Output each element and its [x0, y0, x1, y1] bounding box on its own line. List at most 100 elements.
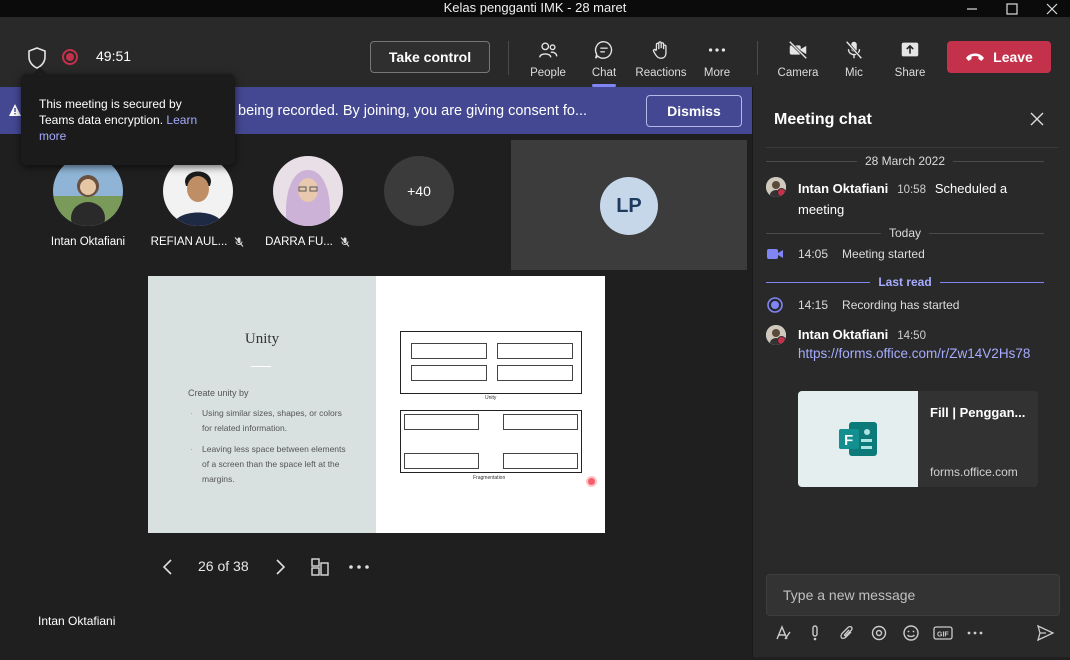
chevron-left-icon — [162, 559, 172, 575]
people-button[interactable]: People — [520, 37, 576, 87]
more-icon[interactable] — [965, 623, 985, 643]
compose-placeholder: Type a new message — [783, 587, 916, 603]
camera-off-icon — [788, 40, 808, 60]
last-read-label: Last read — [878, 275, 932, 289]
gif-icon[interactable]: GIF — [933, 623, 953, 643]
date-separator: 28 March 2022 — [766, 154, 1044, 168]
attach-icon[interactable] — [837, 623, 857, 643]
format-icon[interactable] — [773, 623, 793, 643]
more-icon — [349, 565, 369, 569]
chat-button[interactable]: Chat — [576, 37, 632, 87]
chat-label: Chat — [591, 67, 617, 79]
leave-button[interactable]: Leave — [947, 41, 1051, 73]
compose-toolbar: GIF — [771, 623, 1061, 645]
send-icon[interactable] — [1035, 623, 1055, 643]
participant-tile[interactable]: Intan Oktafiani — [38, 156, 138, 248]
overflow-participants-badge[interactable]: +40 — [384, 156, 454, 226]
system-message: 14:15 Recording has started — [766, 296, 959, 314]
link-preview-card[interactable]: F Fill | Penggan... forms.office.com — [798, 391, 1038, 487]
avatar — [53, 156, 123, 226]
raise-hand-icon — [652, 41, 667, 59]
reactions-label: Reactions — [635, 67, 687, 79]
participant-name: REFIAN AUL... — [150, 236, 228, 248]
more-label: More — [703, 67, 731, 79]
card-url: forms.office.com — [930, 465, 1018, 479]
mic-button[interactable]: Mic — [826, 37, 882, 87]
dismiss-button[interactable]: Dismiss — [646, 95, 742, 127]
diagram-caption: Unity — [485, 395, 497, 401]
next-slide-button[interactable] — [272, 558, 288, 576]
message-author: Intan Oktafiani — [798, 327, 889, 342]
mic-off-icon — [845, 40, 863, 60]
slide-grid-button[interactable] — [310, 557, 330, 577]
message-time: 14:50 — [897, 330, 926, 342]
people-icon — [539, 42, 558, 58]
people-label: People — [530, 67, 566, 79]
shared-slide: Unity Create unity by Using similar size… — [148, 276, 605, 533]
slide-subtitle: Create unity by — [188, 388, 249, 398]
slide-bullet: Using similar sizes, shapes, or colors f… — [190, 406, 352, 436]
leave-label: Leave — [993, 49, 1033, 65]
avatar — [766, 177, 786, 197]
minimize-icon[interactable] — [952, 0, 992, 17]
microsoft-forms-icon: F — [839, 422, 877, 456]
slide-title: Unity — [244, 331, 280, 347]
take-control-button[interactable]: Take control — [370, 41, 490, 73]
recording-started-icon — [767, 297, 783, 313]
message-text: meeting — [798, 202, 845, 217]
close-chat-button[interactable] — [1029, 111, 1045, 132]
forms-thumbnail: F — [798, 391, 918, 487]
mic-off-icon — [340, 237, 350, 247]
video-tile[interactable]: LP — [511, 140, 747, 270]
date-label: Today — [888, 226, 922, 240]
encryption-tooltip: This meeting is secured by Teams data en… — [21, 74, 235, 165]
mic-off-icon — [234, 237, 244, 247]
unity-diagram — [400, 331, 582, 394]
participant-tile[interactable]: DARRA FU... — [258, 156, 358, 248]
close-window-icon[interactable] — [1032, 0, 1070, 17]
system-time: 14:15 — [798, 298, 829, 312]
tooltip-text: This meeting is secured by Teams data en… — [39, 97, 182, 127]
reactions-button[interactable]: Reactions — [633, 37, 689, 87]
recording-icon — [62, 49, 78, 65]
svg-text:F: F — [844, 432, 853, 449]
diagram-caption: Fragmentation — [473, 475, 506, 481]
last-read-separator: Last read — [766, 275, 1045, 289]
mic-label: Mic — [845, 67, 863, 79]
hang-up-icon — [966, 53, 985, 61]
slide-divider — [251, 366, 271, 367]
warning-icon — [9, 104, 21, 116]
message-text: Scheduled a — [934, 181, 1008, 196]
participant-name: Intan Oktafiani — [50, 236, 126, 248]
chat-message: Intan Oktafiani 10:58 Scheduled a meetin… — [798, 179, 1053, 220]
message-time: 10:58 — [897, 184, 926, 196]
meeting-started-icon — [767, 249, 783, 259]
share-icon — [901, 42, 919, 57]
prev-slide-button[interactable] — [160, 558, 176, 576]
banner-text: eeting is being recorded. By joining, yo… — [180, 103, 588, 119]
system-message: 14:05 Meeting started — [766, 247, 925, 261]
toolbar-divider — [508, 41, 509, 75]
message-link[interactable]: https://forms.office.com/r/Zw14V2Hs78 — [798, 344, 1043, 364]
compose-message-input[interactable]: Type a new message — [766, 574, 1060, 616]
slide-more-button[interactable] — [348, 560, 370, 574]
close-icon — [1030, 112, 1044, 126]
priority-icon[interactable] — [805, 623, 825, 643]
divider — [766, 147, 1058, 148]
participant-tile[interactable]: REFIAN AUL... — [148, 156, 248, 248]
more-icon — [708, 48, 726, 52]
avatar — [273, 156, 343, 226]
share-button[interactable]: Share — [882, 37, 938, 87]
emoji-icon[interactable] — [901, 623, 921, 643]
maximize-icon[interactable] — [992, 0, 1032, 17]
participant-name: DARRA FU... — [265, 236, 333, 248]
slides-grid-icon — [311, 558, 329, 576]
camera-button[interactable]: Camera — [770, 37, 826, 87]
loop-icon[interactable] — [869, 623, 889, 643]
avatar: LP — [600, 177, 658, 235]
chevron-right-icon — [276, 559, 286, 575]
system-text: Recording has started — [842, 298, 960, 312]
meeting-timer: 49:51 — [96, 48, 132, 64]
more-button[interactable]: More — [689, 37, 745, 87]
chat-icon — [594, 41, 613, 59]
